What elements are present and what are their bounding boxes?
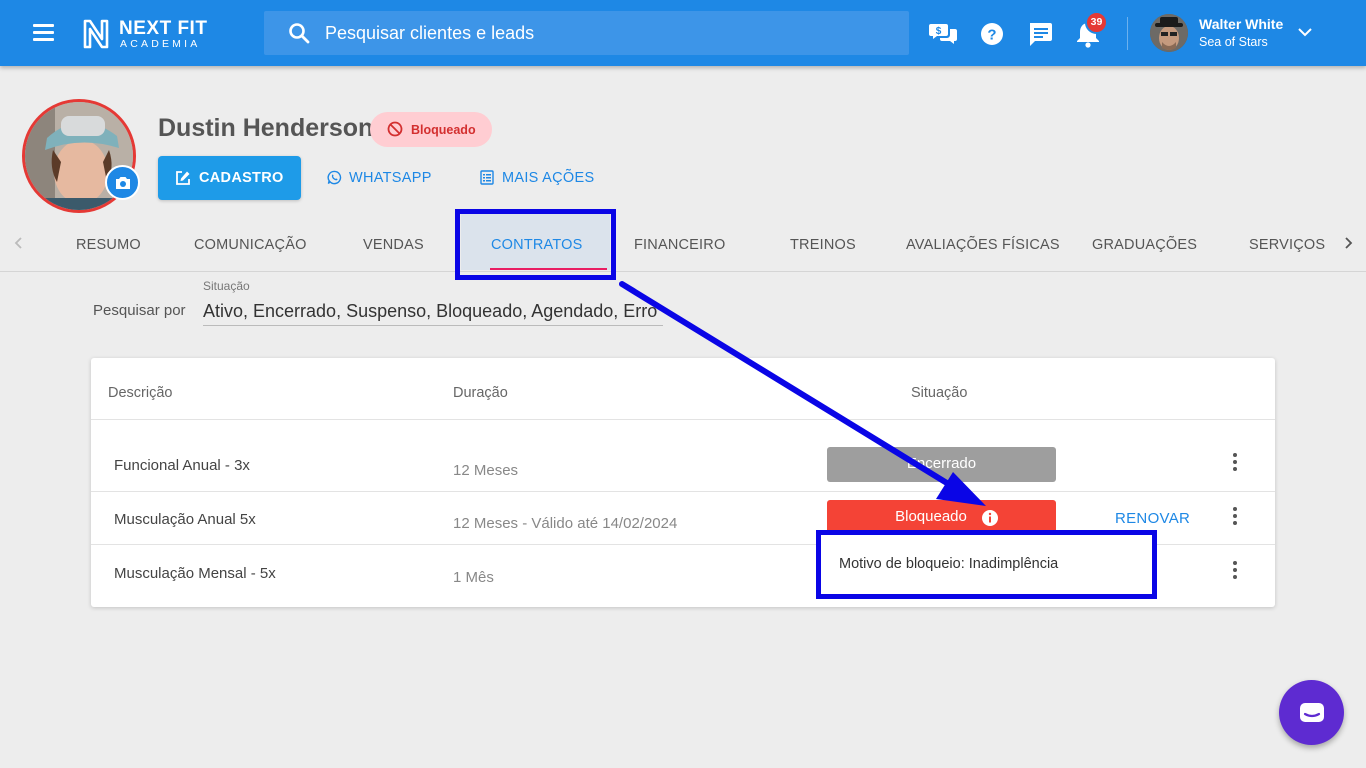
annotation-arrow-icon xyxy=(619,281,986,506)
support-chat-button[interactable] xyxy=(1279,680,1344,745)
chat-icon xyxy=(1300,703,1324,722)
